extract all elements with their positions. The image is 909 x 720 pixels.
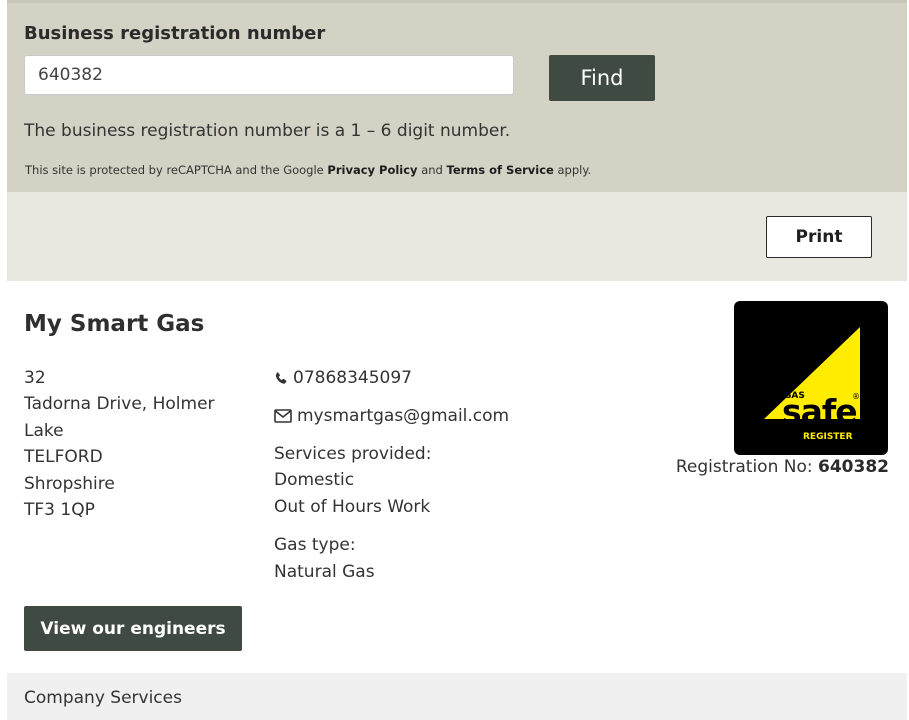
recaptcha-prefix: This site is protected by reCAPTCHA and … (25, 163, 328, 177)
gas-safe-register-logo: GAS safe ® REGISTER (734, 301, 888, 455)
address-line: 32 (24, 368, 46, 388)
recaptcha-and: and (417, 163, 447, 177)
envelope-icon (274, 409, 292, 423)
registration-number: Registration No: 640382 (676, 457, 889, 477)
service-item: Domestic (274, 470, 355, 491)
service-item: Out of Hours Work (274, 496, 431, 517)
company-name: My Smart Gas (24, 311, 205, 337)
terms-of-service-link[interactable]: Terms of Service (447, 163, 554, 177)
search-label: Business registration number (24, 23, 326, 44)
address-line: TELFORD (24, 447, 103, 468)
phone-row[interactable]: 07868345097 (274, 365, 634, 391)
gas-type-value: Natural Gas (274, 561, 375, 582)
phone-icon (275, 371, 287, 384)
phone-number: 07868345097 (293, 367, 412, 388)
search-panel: Business registration number Find The bu… (7, 0, 907, 192)
address-line: TF3 1QP (24, 500, 95, 521)
page: Business registration number Find The bu… (7, 0, 907, 720)
business-card: My Smart Gas 32 Tadorna Drive, Holmer La… (7, 281, 907, 673)
registration-label: Registration No: (675, 457, 819, 477)
address-line: Shropshire (24, 473, 115, 494)
logo-registered-mark: ® (852, 392, 860, 401)
logo-safe-text: safe (782, 392, 857, 431)
address: 32 Tadorna Drive, Holmer Lake TELFORD Sh… (24, 365, 249, 523)
gas-safe-logo-icon: GAS safe ® REGISTER (764, 327, 860, 442)
company-services-section: Company Services (7, 673, 907, 720)
logo-register-text: REGISTER (803, 432, 853, 442)
recaptcha-suffix: apply. (553, 163, 592, 177)
view-engineers-button[interactable]: View our engineers (24, 606, 242, 651)
address-line: Tadorna Drive, Holmer Lake (24, 394, 215, 441)
company-services-title: Company Services (24, 688, 182, 708)
recaptcha-note: This site is protected by reCAPTCHA and … (25, 163, 591, 177)
privacy-policy-link[interactable]: Privacy Policy (327, 163, 417, 177)
help-text: The business registration number is a 1 … (24, 121, 511, 141)
registration-number-input[interactable] (24, 55, 514, 95)
gas-type-heading: Gas type: (274, 535, 356, 556)
services-heading: Services provided: (274, 444, 432, 464)
email-address: mysmartgas@gmail.com (297, 405, 510, 426)
registration-value: 640382 (818, 457, 889, 477)
print-button[interactable]: Print (766, 216, 872, 258)
email-row[interactable]: mysmartgas@gmail.com (274, 403, 634, 429)
contact-details: 07868345097 mysmartgas@gmail.com Service… (274, 365, 634, 585)
find-button[interactable]: Find (549, 55, 655, 101)
